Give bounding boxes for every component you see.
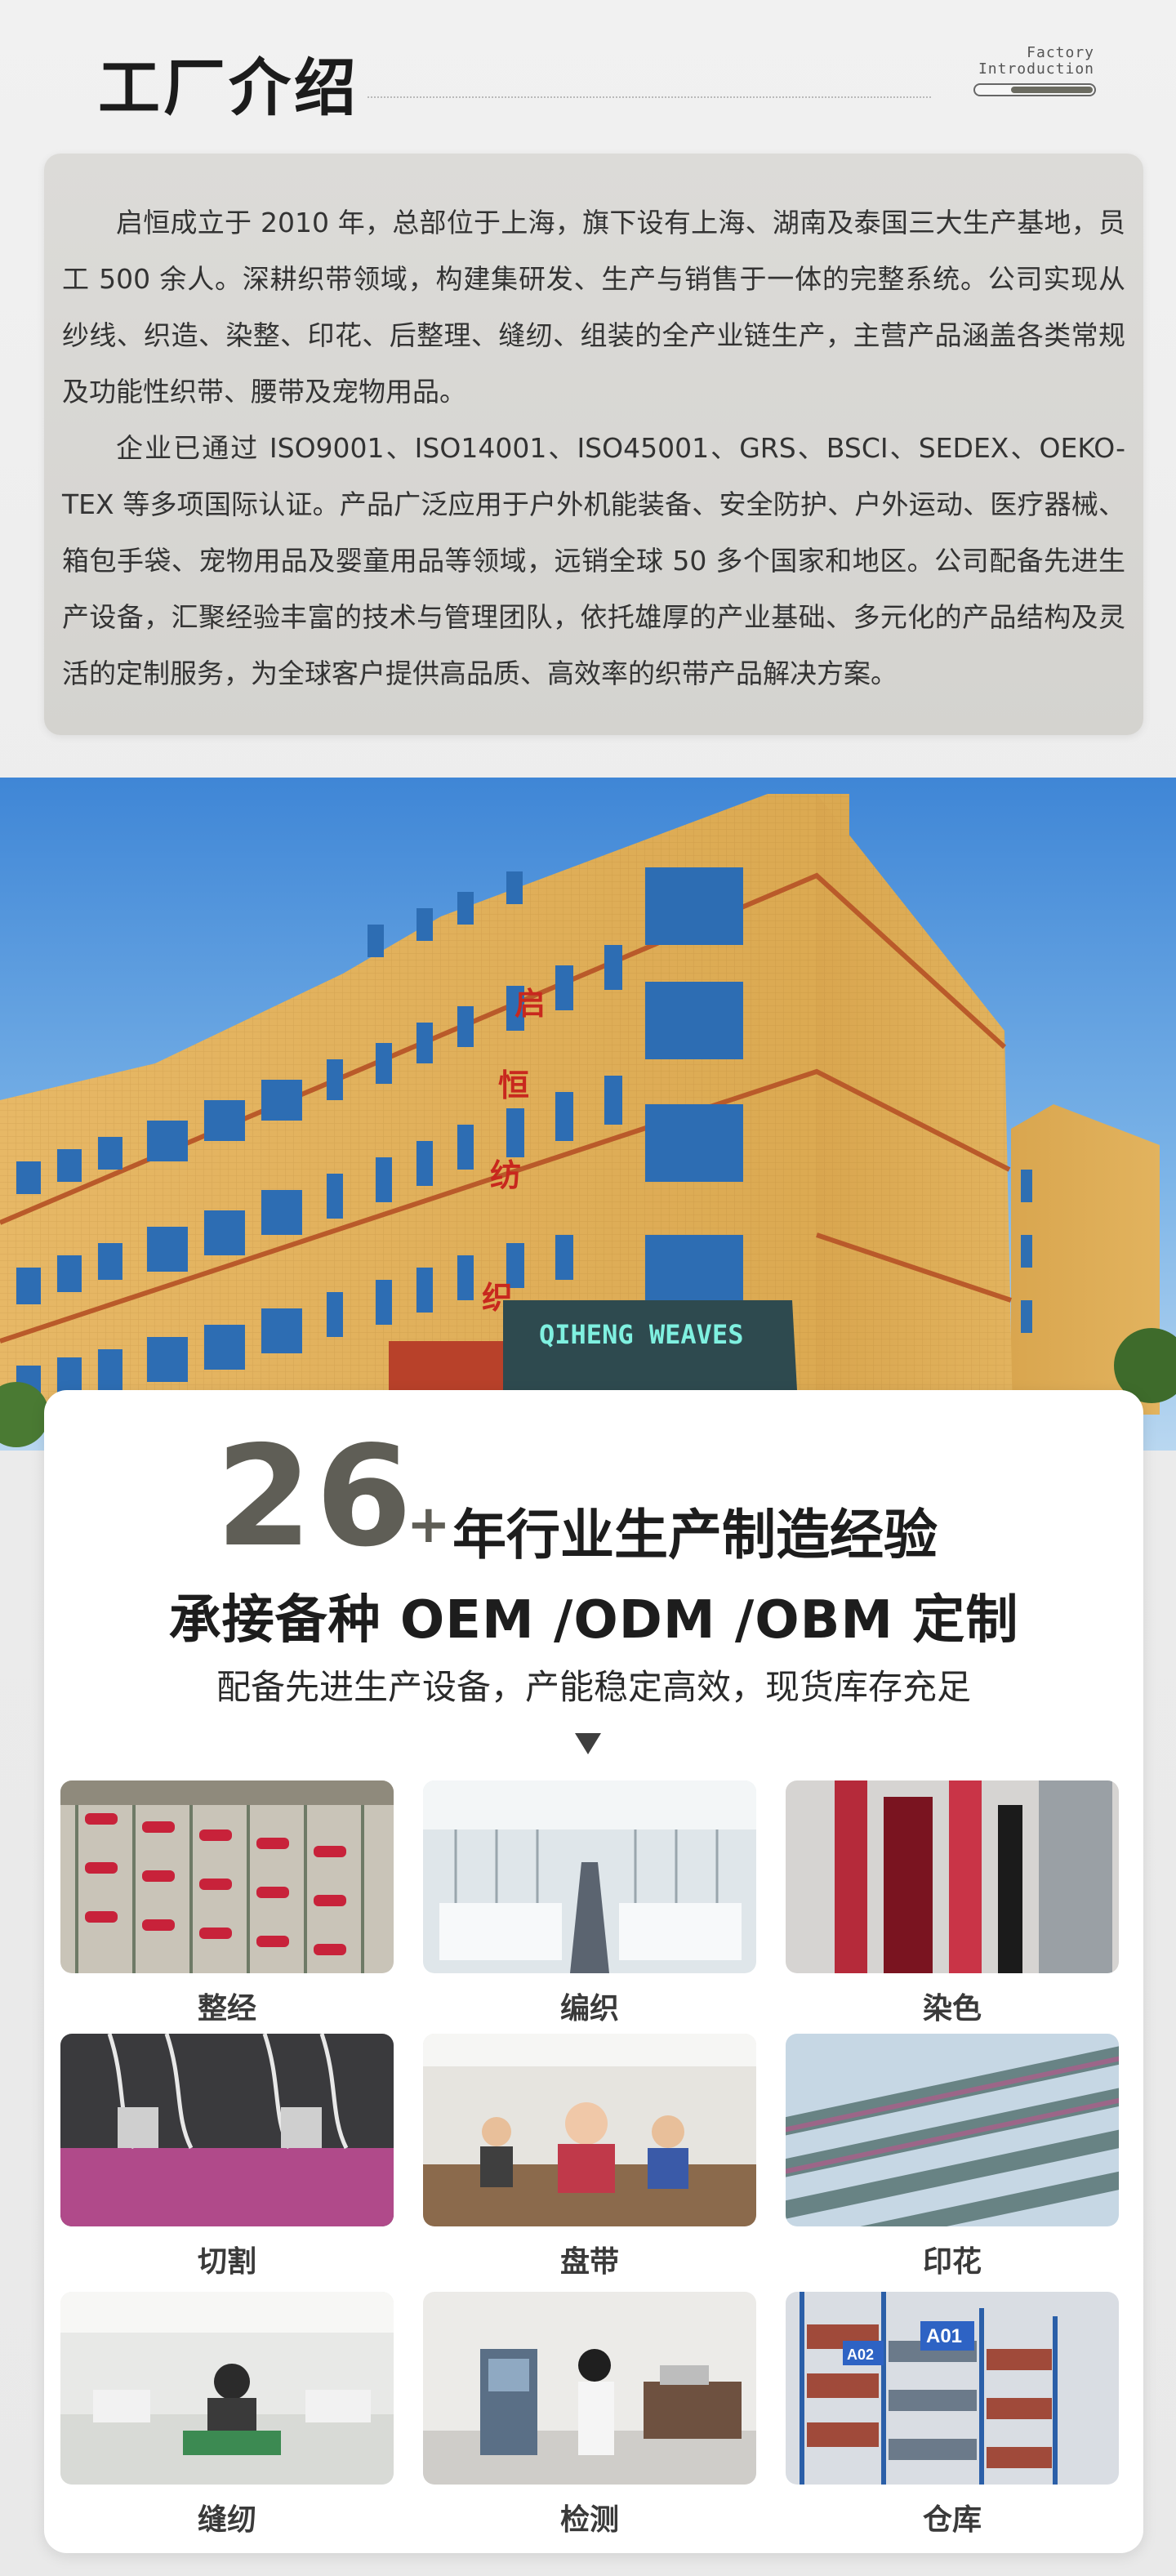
svg-text:启: 启 bbox=[514, 985, 546, 1022]
process-label: 盘带 bbox=[559, 2245, 619, 2279]
building-sign: QIHENG WEAVES bbox=[539, 1319, 743, 1350]
process-label: 检测 bbox=[559, 2503, 619, 2537]
customization-headline: 承接备种 OEM /ODM /OBM 定制 bbox=[168, 1590, 1019, 1651]
years-number: 26 bbox=[216, 1416, 416, 1578]
process-item-reeling: 盘带 bbox=[423, 2034, 756, 2279]
svg-text:恒: 恒 bbox=[498, 1067, 529, 1103]
years-plus: + bbox=[407, 1495, 451, 1555]
badge-line1: Factory bbox=[1027, 44, 1094, 61]
process-item-testing: 检测 bbox=[423, 2292, 756, 2537]
process-label: 仓库 bbox=[922, 2503, 982, 2537]
intro-paragraph-1: 启恒成立于 2010 年，总部位于上海，旗下设有上海、湖南及泰国三大生产基地，员… bbox=[62, 207, 1125, 408]
process-item-printing: 印花 bbox=[786, 2034, 1119, 2279]
badge-line2: Introduction bbox=[978, 60, 1094, 78]
warehouse-tag-a01: A01 bbox=[926, 2325, 962, 2347]
process-item-dyeing: 染色 bbox=[786, 1780, 1119, 2026]
page-title: 工厂介绍 bbox=[98, 51, 359, 124]
process-label: 编织 bbox=[559, 1992, 619, 2026]
process-label: 切割 bbox=[197, 2245, 256, 2279]
experience-card: 26 + 年行业生产制造经验 承接备种 OEM /ODM /OBM 定制 配备先… bbox=[44, 1390, 1143, 2553]
reeling-photo-icon bbox=[423, 2034, 756, 2226]
capacity-subtitle: 配备先进生产设备，产能稳定高效，现货库存充足 bbox=[216, 1667, 971, 1707]
process-item-sewing: 缝纫 bbox=[60, 2292, 394, 2537]
process-label: 缝纫 bbox=[197, 2503, 256, 2537]
process-label: 整经 bbox=[197, 1992, 256, 2026]
printing-photo-icon bbox=[786, 2034, 1119, 2226]
intro-paragraph-2: 企业已通过 ISO9001、ISO14001、ISO45001、GRS、BSCI… bbox=[62, 432, 1125, 689]
process-label: 染色 bbox=[922, 1992, 982, 2026]
building-illustration: 启 恒 纺 织 QIHENG WEAVES bbox=[0, 778, 1176, 1451]
warehouse-tag-a02: A02 bbox=[847, 2346, 874, 2363]
warehouse-photo-icon: A02 A01 bbox=[786, 2292, 1119, 2485]
title-divider bbox=[368, 96, 931, 98]
svg-text:纺: 纺 bbox=[490, 1157, 521, 1193]
experience-headline: 年行业生产制造经验 bbox=[452, 1504, 938, 1567]
weaving-photo-icon bbox=[423, 1780, 756, 1973]
testing-photo-icon bbox=[423, 2292, 756, 2485]
sewing-photo-icon bbox=[60, 2292, 394, 2485]
section-header: 工厂介绍 Factory Introduction bbox=[0, 0, 1176, 139]
badge-bar-icon bbox=[973, 83, 1096, 96]
process-item-warehouse: A02 A01 仓库 bbox=[786, 2292, 1119, 2537]
intro-card: 启恒成立于 2010 年，总部位于上海，旗下设有上海、湖南及泰国三大生产基地，员… bbox=[44, 154, 1143, 735]
down-arrow-icon bbox=[575, 1733, 601, 1754]
process-item-warping: 整经 bbox=[60, 1780, 394, 2026]
section-badge: Factory Introduction bbox=[970, 44, 1101, 101]
factory-building-photo: 启 恒 纺 织 QIHENG WEAVES bbox=[0, 778, 1176, 1451]
process-item-cutting: 切割 bbox=[60, 2034, 394, 2279]
warping-photo-icon bbox=[60, 1780, 394, 1973]
process-label: 印花 bbox=[922, 2245, 982, 2279]
cutting-photo-icon bbox=[60, 2034, 394, 2226]
process-item-weaving: 编织 bbox=[423, 1780, 756, 2026]
dyeing-photo-icon bbox=[786, 1780, 1119, 1973]
